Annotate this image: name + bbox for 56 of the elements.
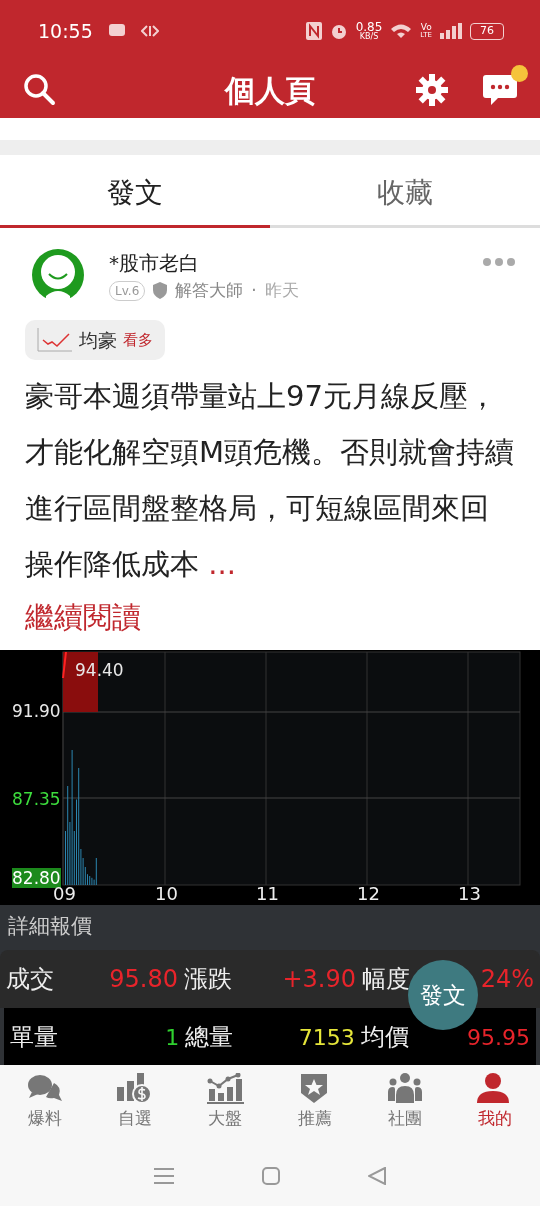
volte-label: Vo bbox=[420, 23, 432, 32]
axis-label: 11 bbox=[256, 884, 279, 904]
menu-icon[interactable] bbox=[154, 1166, 174, 1185]
axis-label: 82.80 bbox=[12, 868, 61, 888]
back-icon[interactable] bbox=[368, 1166, 386, 1185]
post-time: 昨天 bbox=[264, 279, 299, 302]
quote-value: 24% bbox=[480, 964, 534, 995]
axis-label: 87.35 bbox=[12, 789, 61, 809]
nav-tab[interactable]: 我的 bbox=[450, 1065, 540, 1145]
quote-label: 單量 bbox=[10, 1022, 58, 1053]
home-icon[interactable] bbox=[262, 1166, 280, 1185]
page-title: 個人頁 bbox=[225, 71, 315, 110]
axis-label: 13 bbox=[458, 884, 481, 904]
chat-icon[interactable] bbox=[482, 73, 518, 107]
quote-label: 成交 bbox=[6, 964, 54, 995]
quote-label: 漲跌 bbox=[184, 964, 232, 995]
avatar-icon bbox=[31, 248, 85, 302]
settings-icon[interactable] bbox=[416, 74, 448, 106]
more-icon[interactable] bbox=[483, 258, 515, 266]
nav-tab[interactable]: 社團 bbox=[360, 1065, 450, 1145]
alarm-icon bbox=[329, 22, 348, 40]
author-name[interactable]: *股市老白 bbox=[109, 248, 483, 278]
role-label: 解答大師 bbox=[175, 279, 244, 302]
read-more-link[interactable]: 繼續閱讀 bbox=[25, 592, 515, 642]
bar-chart-icon bbox=[206, 1073, 244, 1104]
quote-value: +3.90 bbox=[282, 964, 356, 995]
shield-icon bbox=[153, 282, 168, 300]
nav-tab[interactable]: 大盤 bbox=[180, 1065, 270, 1145]
signal-icon bbox=[440, 23, 462, 39]
net-speed: 0.85 bbox=[355, 21, 383, 33]
nav-tab[interactable]: 爆料 bbox=[0, 1065, 90, 1145]
quote-label: 幅度 bbox=[362, 964, 410, 995]
stock-tag[interactable]: 均豪 看多 bbox=[25, 319, 165, 360]
separator-dot: · bbox=[251, 279, 257, 302]
axis-label: 10 bbox=[155, 884, 178, 904]
trend-icon bbox=[37, 327, 73, 352]
quote-label: 總量 bbox=[185, 1022, 234, 1053]
wifi-icon bbox=[390, 23, 413, 39]
quote-value: 1 bbox=[165, 1023, 180, 1052]
quote-value: 95.80 bbox=[109, 964, 178, 995]
nfc-icon bbox=[305, 22, 322, 40]
group-icon bbox=[386, 1073, 424, 1104]
axis-label: 12 bbox=[357, 884, 380, 904]
code-icon bbox=[140, 24, 159, 38]
quote-label: 均價 bbox=[360, 1022, 409, 1053]
clock-time: 10:55 bbox=[38, 18, 93, 44]
net-unit: KB/S bbox=[359, 33, 379, 41]
message-icon bbox=[108, 24, 125, 38]
battery-indicator: 76 bbox=[470, 22, 504, 40]
post-body: 豪哥本週須帶量站上97元月線反壓，才能化解空頭M頭危機。否則就會持續進行區間盤整格局，可短線區間來回操作降低成本 ... bbox=[25, 378, 515, 583]
nav-tab[interactable]: 自選 bbox=[90, 1065, 180, 1145]
search-icon[interactable] bbox=[22, 72, 58, 108]
nav-tab[interactable]: 推薦 bbox=[270, 1065, 360, 1145]
axis-label: 91.90 bbox=[12, 701, 61, 721]
quote-value: 7153 bbox=[298, 1023, 355, 1052]
chat-bubbles-icon bbox=[26, 1073, 64, 1104]
